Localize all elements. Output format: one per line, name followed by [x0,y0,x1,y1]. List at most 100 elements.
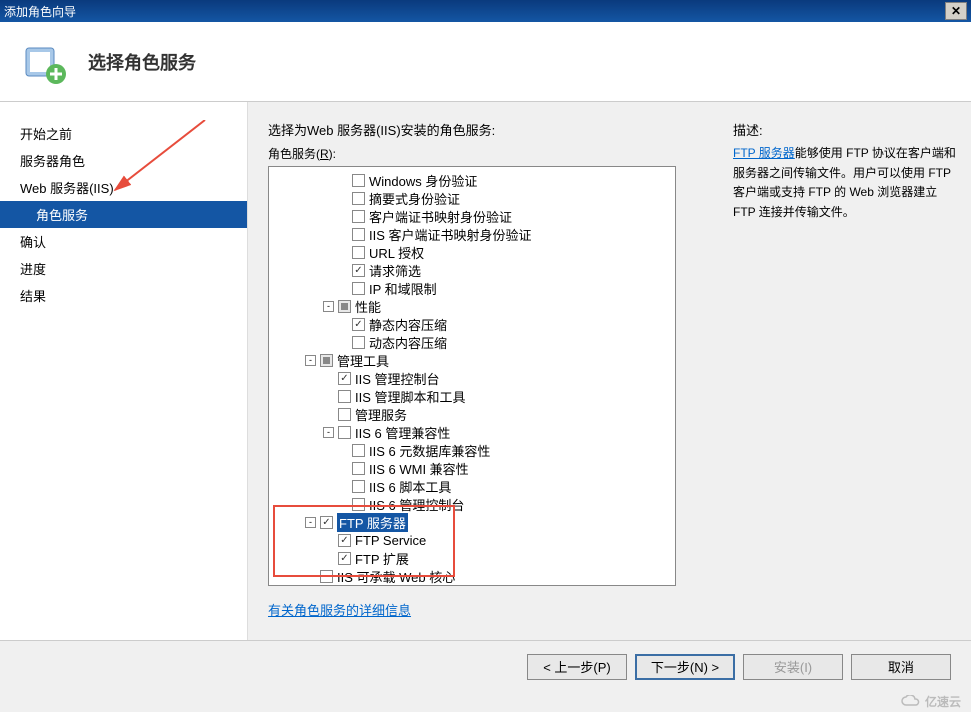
tree-label: IP 和域限制 [369,279,437,298]
watermark: 亿速云 [901,693,961,710]
checkbox[interactable] [352,210,365,223]
tree-label: 请求筛选 [369,261,421,280]
checkbox[interactable] [352,444,365,457]
checkbox[interactable] [352,228,365,241]
sidebar-item-4[interactable]: 确认 [0,228,247,255]
footer: < 上一步(P) 下一步(N) > 安装(I) 取消 [0,640,971,692]
checkbox[interactable]: ✓ [338,534,351,547]
sidebar-item-5[interactable]: 进度 [0,255,247,282]
more-info-link[interactable]: 有关角色服务的详细信息 [268,600,713,619]
tree-node[interactable]: URL 授权 [275,243,675,261]
tree-label: IIS 6 元数据库兼容性 [369,441,490,460]
wizard-icon [20,38,68,86]
checkbox[interactable]: ✓ [338,552,351,565]
tree-label: FTP 扩展 [355,549,409,568]
left-pane: 选择为Web 服务器(IIS)安装的角色服务: 角色服务(R): Windows… [268,120,713,630]
window-title: 添加角色向导 [4,3,76,20]
tree-node[interactable]: IIS 6 管理控制台 [275,495,675,513]
tree-scroll[interactable]: Windows 身份验证摘要式身份验证客户端证书映射身份验证IIS 客户端证书映… [269,167,675,585]
checkbox[interactable]: ✓ [320,516,333,529]
checkbox[interactable] [338,300,351,313]
tree-node[interactable]: ✓ FTP 扩展 [275,549,675,567]
wizard-window: 添加角色向导 ✕ 选择角色服务 开始之前服务器角色Web 服务器(IIS)角色服… [0,0,971,712]
tree-label: 性能 [355,297,381,316]
tree-label: URL 授权 [369,243,424,262]
tree-node[interactable]: -管理工具 [275,351,675,369]
instruction-text: 选择为Web 服务器(IIS)安装的角色服务: [268,120,713,139]
checkbox[interactable] [352,498,365,511]
tree-node[interactable]: IIS 客户端证书映射身份验证 [275,225,675,243]
tree-label: 摘要式身份验证 [369,189,460,208]
checkbox[interactable] [338,390,351,403]
checkbox[interactable] [338,408,351,421]
tree-label: IIS 管理脚本和工具 [355,387,466,406]
tree-label: IIS 6 WMI 兼容性 [369,459,469,478]
tree-label: 客户端证书映射身份验证 [369,207,512,226]
checkbox[interactable]: ✓ [352,264,365,277]
prev-button[interactable]: < 上一步(P) [527,654,627,680]
collapse-icon[interactable]: - [323,301,334,312]
sidebar-item-2[interactable]: Web 服务器(IIS) [0,174,247,201]
tree-node[interactable]: 动态内容压缩 [275,333,675,351]
tree-label: IIS 客户端证书映射身份验证 [369,225,532,244]
role-services-tree: Windows 身份验证摘要式身份验证客户端证书映射身份验证IIS 客户端证书映… [269,167,675,585]
checkbox[interactable] [352,174,365,187]
tree-node[interactable]: IIS 6 WMI 兼容性 [275,459,675,477]
checkbox[interactable] [352,282,365,295]
install-button: 安装(I) [743,654,843,680]
sidebar: 开始之前服务器角色Web 服务器(IIS)角色服务确认进度结果 [0,102,248,640]
checkbox[interactable] [352,480,365,493]
ftp-server-link[interactable]: FTP 服务器 [733,146,795,160]
tree-container: Windows 身份验证摘要式身份验证客户端证书映射身份验证IIS 客户端证书映… [268,166,676,586]
close-button[interactable]: ✕ [945,2,967,20]
checkbox[interactable] [338,426,351,439]
tree-node[interactable]: IP 和域限制 [275,279,675,297]
tree-node[interactable]: 摘要式身份验证 [275,189,675,207]
tree-node[interactable]: ✓ 静态内容压缩 [275,315,675,333]
checkbox[interactable] [320,354,333,367]
tree-node[interactable]: ✓ 请求筛选 [275,261,675,279]
tree-node[interactable]: -IIS 6 管理兼容性 [275,423,675,441]
checkbox[interactable] [352,462,365,475]
tree-label: IIS 6 管理控制台 [369,495,464,514]
description-pane: 描述: FTP 服务器能够使用 FTP 协议在客户端和服务器之间传输文件。用户可… [713,120,961,630]
next-button[interactable]: 下一步(N) > [635,654,735,680]
checkbox[interactable] [352,192,365,205]
tree-node[interactable]: ✓ FTP Service [275,531,675,549]
checkbox[interactable] [352,336,365,349]
collapse-icon[interactable]: - [305,517,316,528]
sidebar-item-3[interactable]: 角色服务 [0,201,247,228]
tree-node[interactable]: Windows 身份验证 [275,171,675,189]
checkbox[interactable] [320,570,333,583]
tree-node[interactable]: 管理服务 [275,405,675,423]
tree-label: FTP 服务器 [337,513,408,532]
sidebar-item-0[interactable]: 开始之前 [0,120,247,147]
tree-label: 管理服务 [355,405,407,424]
tree-label: 静态内容压缩 [369,315,447,334]
tree-node[interactable]: -✓ FTP 服务器 [275,513,675,531]
main-content: 选择为Web 服务器(IIS)安装的角色服务: 角色服务(R): Windows… [248,102,971,640]
tree-node[interactable]: - 性能 [275,297,675,315]
tree-node[interactable]: ✓ IIS 管理控制台 [275,369,675,387]
tree-label: IIS 管理控制台 [355,369,440,388]
titlebar[interactable]: 添加角色向导 ✕ [0,0,971,22]
tree-label: Windows 身份验证 [369,171,477,190]
tree-node[interactable]: IIS 6 脚本工具 [275,477,675,495]
checkbox[interactable]: ✓ [352,318,365,331]
tree-label: FTP Service [355,533,426,548]
tree-node[interactable]: IIS 管理脚本和工具 [275,387,675,405]
cancel-button[interactable]: 取消 [851,654,951,680]
role-services-label: 角色服务(R): [268,145,713,162]
tree-node[interactable]: IIS 可承载 Web 核心 [275,567,675,585]
sidebar-item-6[interactable]: 结果 [0,282,247,309]
tree-node[interactable]: 客户端证书映射身份验证 [275,207,675,225]
tree-label: IIS 6 脚本工具 [369,477,451,496]
sidebar-item-1[interactable]: 服务器角色 [0,147,247,174]
checkbox[interactable]: ✓ [338,372,351,385]
tree-label: IIS 可承载 Web 核心 [337,567,455,586]
tree-node[interactable]: IIS 6 元数据库兼容性 [275,441,675,459]
collapse-icon[interactable]: - [323,427,334,438]
collapse-icon[interactable]: - [305,355,316,366]
checkbox[interactable] [352,246,365,259]
description-title: 描述: [733,120,961,139]
